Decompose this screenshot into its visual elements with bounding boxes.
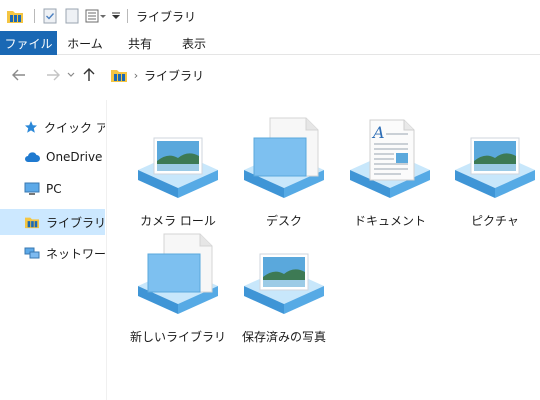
library-label: ピクチャ (471, 214, 519, 228)
cloud-icon (24, 149, 40, 165)
sidebar-item-pc[interactable]: PC (0, 176, 105, 202)
sidebar-item-label: PC (46, 182, 62, 196)
sidebar-item-network[interactable]: ネットワーク (0, 240, 105, 266)
chevron-right-icon[interactable]: › (128, 69, 144, 82)
tab-share[interactable]: 共有 (113, 31, 167, 55)
address-bar[interactable]: › ライブラリ (106, 61, 540, 89)
new-folder-icon[interactable] (61, 0, 83, 32)
network-icon (24, 245, 40, 261)
library-icon (110, 67, 128, 83)
sidebar-item-label: ネットワーク (46, 246, 105, 261)
tab-file[interactable]: ファイル (0, 31, 57, 55)
ribbon-tabs: ファイル ホーム 共有 表示 (0, 31, 540, 55)
library-tile-desk[interactable]: デスク (231, 116, 337, 228)
library-tile-pictures[interactable]: ピクチャ (442, 116, 540, 228)
quick-access-dropdown-icon[interactable] (109, 0, 123, 32)
sidebar-item-libraries[interactable]: ライブラリ (0, 209, 105, 235)
up-arrow-icon[interactable] (78, 63, 100, 87)
sidebar-item-label: クイック アクセス (44, 120, 105, 135)
sidebar-item-label: ライブラリ (46, 215, 105, 230)
library-tile-camera-roll[interactable]: カメラ ロール (125, 116, 231, 228)
properties-icon[interactable] (39, 0, 61, 32)
library-label: ドキュメント (353, 214, 426, 228)
library-label: デスク (265, 214, 302, 228)
new-library-icon (134, 232, 222, 316)
breadcrumb-library[interactable]: ライブラリ (144, 67, 204, 84)
star-icon (24, 119, 38, 135)
svg-text:A: A (371, 123, 385, 142)
tab-view[interactable]: 表示 (167, 31, 221, 55)
navigation-bar: › ライブラリ (0, 55, 540, 95)
library-icon[interactable] (0, 0, 30, 32)
saved-photos-library-icon (240, 232, 328, 316)
back-arrow-icon[interactable] (8, 63, 30, 87)
separator (127, 9, 128, 23)
title-bar: ライブラリ (0, 0, 540, 32)
library-tile-new-library[interactable]: 新しいライブラリ (125, 232, 231, 344)
libraries-view: カメラ ロール デスク A ドキュメント ピクチャ 新しいライブラリ 保存済みの… (108, 100, 540, 400)
library-icon (24, 214, 40, 230)
photo-library-icon (134, 116, 222, 200)
pc-icon (24, 181, 40, 197)
documents-library-icon: A (346, 116, 434, 200)
sidebar-item-onedrive[interactable]: OneDrive - Personal (0, 144, 105, 170)
recent-locations-chevron-icon[interactable] (64, 63, 78, 87)
library-label: 保存済みの写真 (241, 330, 326, 344)
window-title: ライブラリ (136, 9, 197, 24)
sidebar-item-label: OneDrive - Personal (46, 150, 105, 164)
tab-home[interactable]: ホーム (57, 31, 113, 55)
separator (34, 9, 35, 23)
forward-arrow-icon[interactable] (42, 63, 64, 87)
library-tile-documents[interactable]: A ドキュメント (337, 116, 443, 228)
customize-icon[interactable] (83, 0, 109, 32)
sidebar-item-quick-access[interactable]: クイック アクセス (0, 114, 105, 140)
pictures-library-icon (451, 116, 539, 200)
library-label: カメラ ロール (140, 214, 216, 228)
navigation-pane: クイック アクセス OneDrive - Personal PC ライブラリ ネ… (0, 100, 107, 400)
library-label: 新しいライブラリ (129, 330, 226, 344)
library-tile-saved-pictures[interactable]: 保存済みの写真 (231, 232, 337, 344)
document-library-icon (240, 116, 328, 200)
